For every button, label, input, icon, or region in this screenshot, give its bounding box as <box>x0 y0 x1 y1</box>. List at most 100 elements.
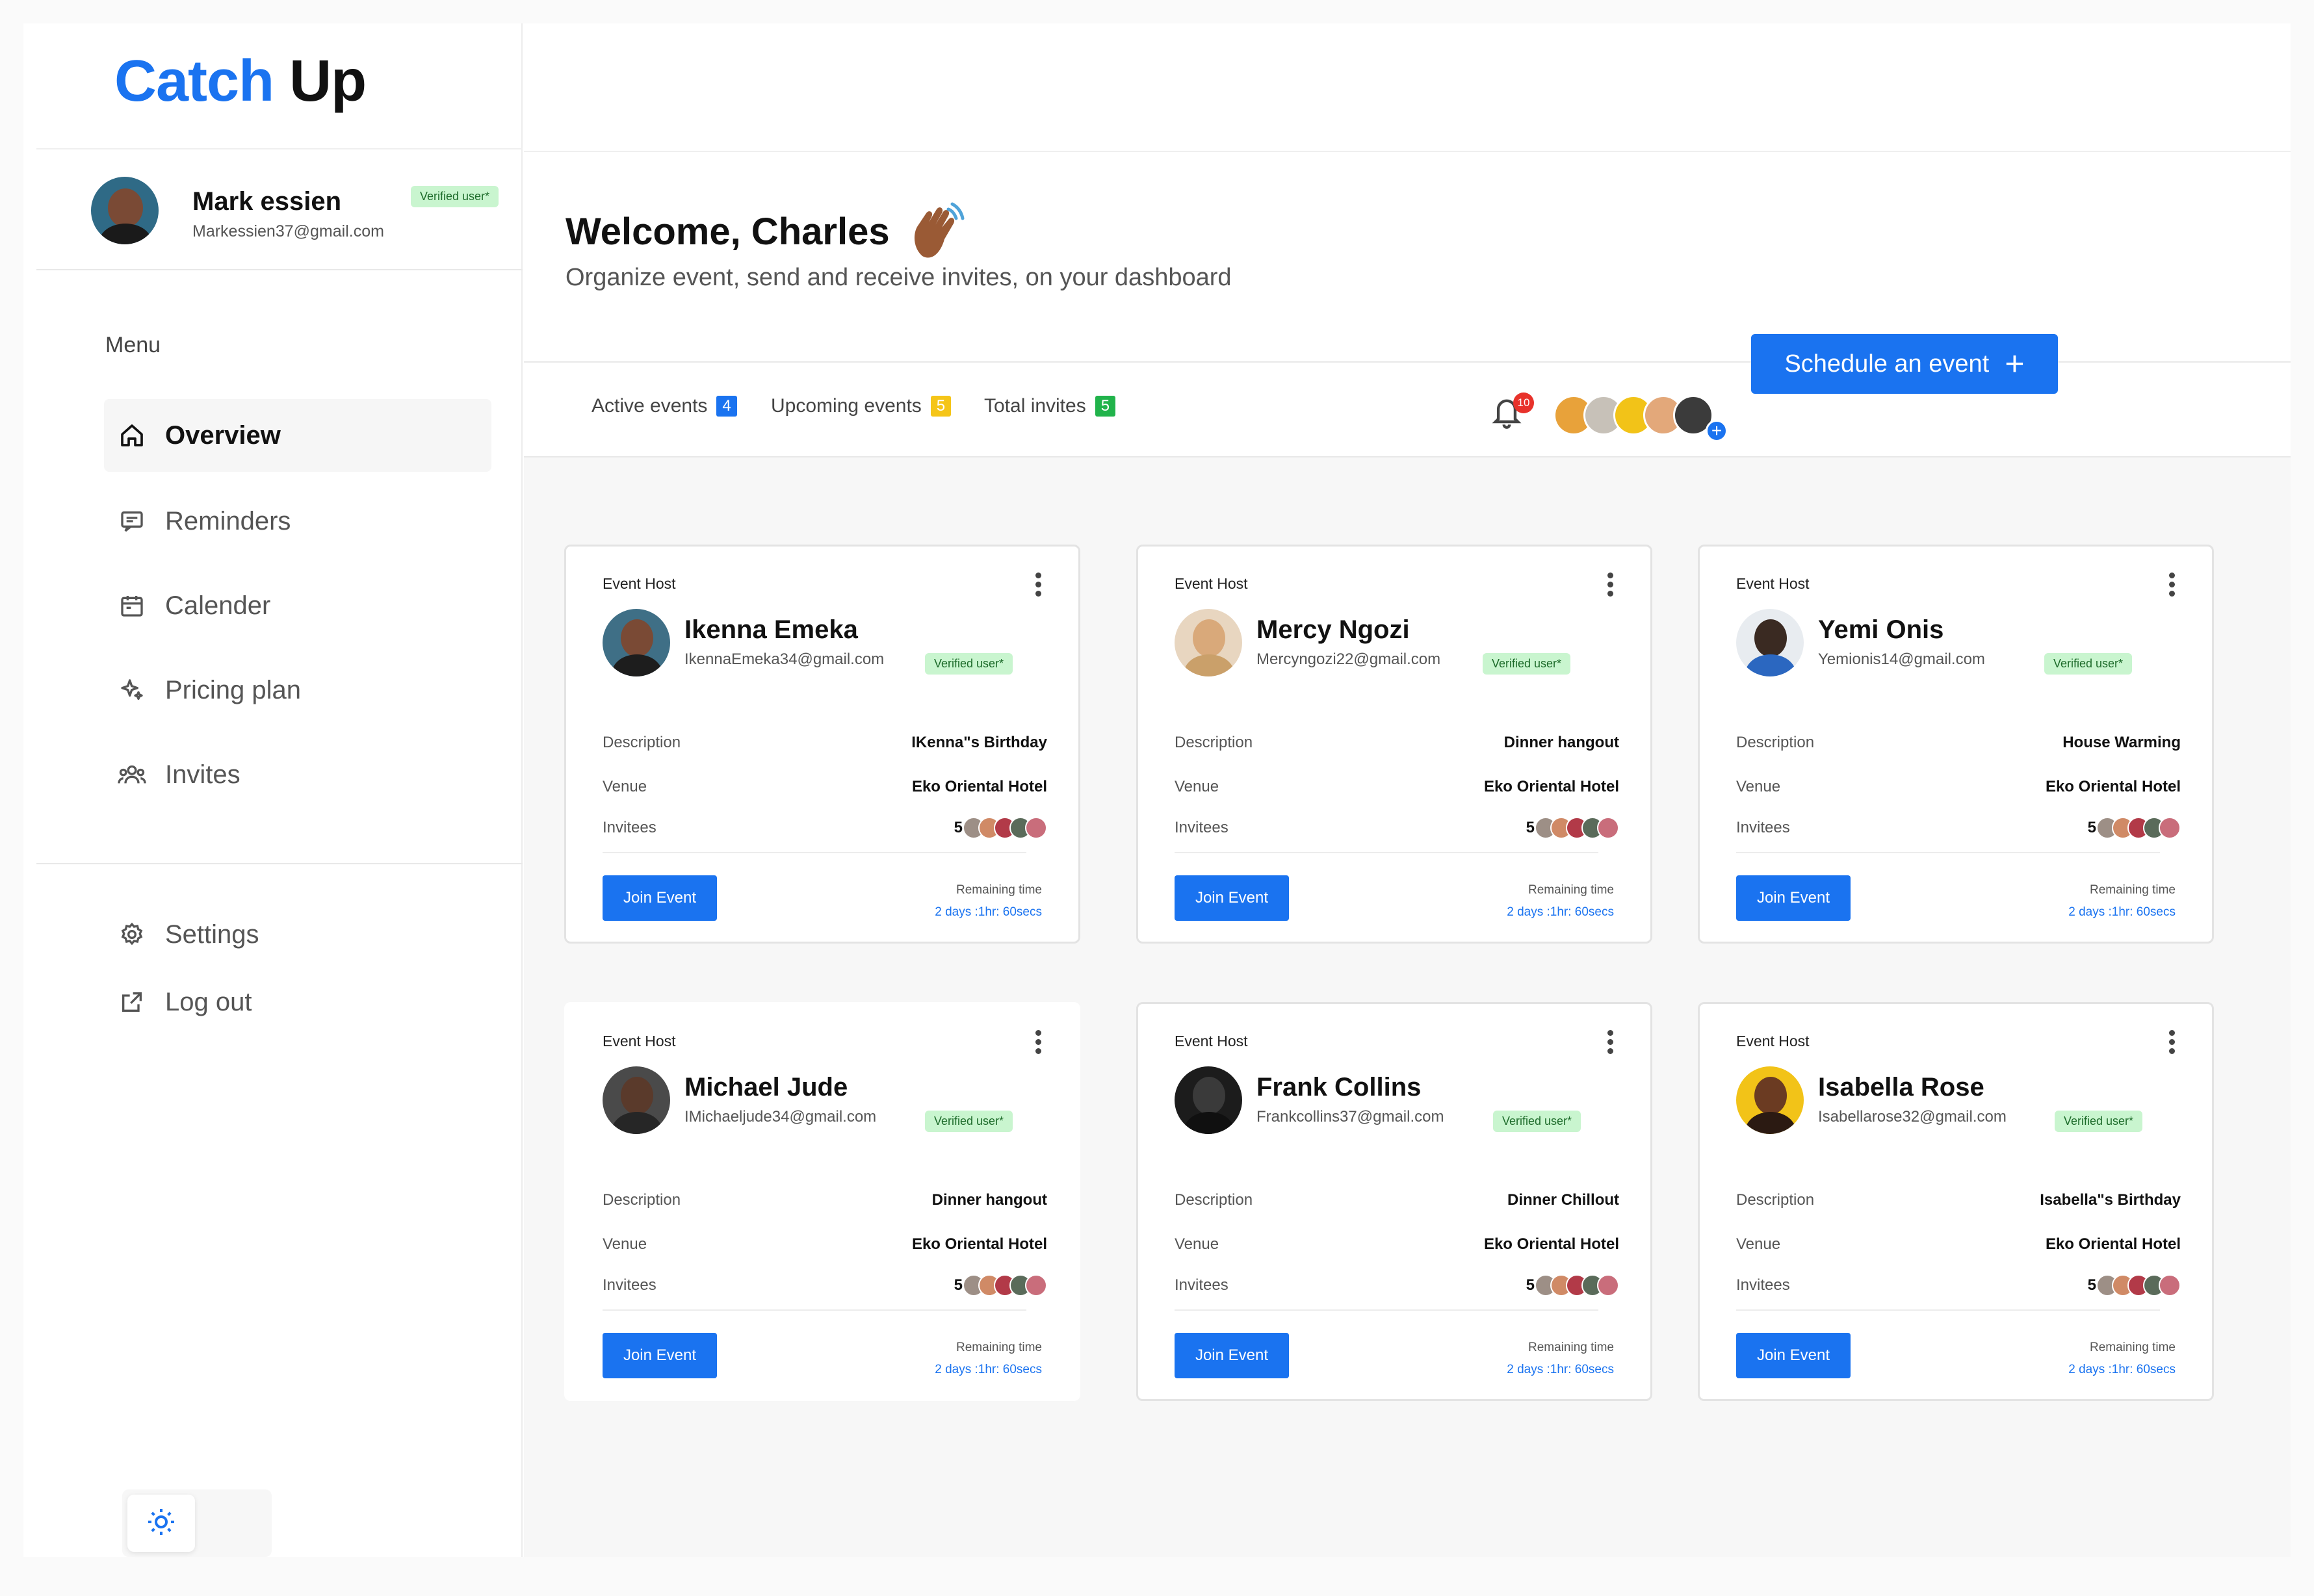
join-event-button[interactable]: Join Event <box>603 1333 717 1378</box>
people-icon <box>117 760 147 790</box>
venue-row: Venue Eko Oriental Hotel <box>1736 1235 2181 1254</box>
more-options-icon[interactable] <box>1607 573 1614 597</box>
verified-badge: Verified user* <box>2044 653 2133 675</box>
join-event-button[interactable]: Join Event <box>1736 875 1851 921</box>
external-link-icon <box>117 987 147 1017</box>
host-name: Frank Collins <box>1256 1073 1422 1101</box>
tab-upcoming-events[interactable]: Upcoming events 5 <box>771 395 952 417</box>
sidebar-item-label: Calender <box>165 591 271 620</box>
host-avatar <box>1736 609 1804 676</box>
notification-count: 10 <box>1513 393 1534 413</box>
tab-label: Active events <box>592 395 708 417</box>
remaining-time-label: Remaining time <box>2090 1341 2176 1354</box>
host-name: Ikenna Emeka <box>684 615 858 644</box>
venue-label: Venue <box>1736 1235 1781 1253</box>
description-label: Description <box>1736 734 1815 751</box>
host-name: Yemi Onis <box>1818 615 1944 644</box>
invitees-count: 5 <box>954 1276 963 1294</box>
sidebar-item-invites[interactable]: Invites <box>104 738 491 811</box>
description-value: Dinner hangout <box>931 1191 1047 1209</box>
count-badge: 5 <box>1095 396 1116 417</box>
user-profile[interactable]: Mark essien Markessien37@gmail.com Verif… <box>36 148 523 270</box>
invitees-row: Invitees 5 <box>1175 1274 1619 1296</box>
menu-label: Menu <box>105 333 161 357</box>
sidebar-item-reminders[interactable]: Reminders <box>104 485 491 558</box>
event-card: Event Host Ikenna Emeka IkennaEmeka34@gm… <box>564 545 1080 944</box>
invitee-avatar <box>1025 1274 1047 1296</box>
host-email: Isabellarose32@gmail.com <box>1818 1108 2007 1126</box>
description-value: House Warming <box>2062 734 2181 751</box>
invitees-avatars[interactable]: 5 <box>2088 817 2181 839</box>
home-icon <box>117 420 147 450</box>
venue-label: Venue <box>603 778 647 795</box>
sparkle-icon <box>117 675 147 705</box>
event-card: Event Host Mercy Ngozi Mercyngozi22@gmai… <box>1136 545 1652 944</box>
schedule-event-button[interactable]: Schedule an event + <box>1751 334 2058 394</box>
invitees-avatars[interactable]: 5 <box>1526 817 1619 839</box>
profile-avatar <box>91 177 159 244</box>
venue-value: Eko Oriental Hotel <box>1483 1235 1619 1253</box>
sidebar-item-overview[interactable]: Overview <box>104 399 491 472</box>
sidebar-item-calender[interactable]: Calender <box>104 569 491 642</box>
more-options-icon[interactable] <box>1035 1030 1042 1054</box>
description-value: IKenna"s Birthday <box>911 734 1047 751</box>
venue-label: Venue <box>1736 778 1781 795</box>
remaining-time-label: Remaining time <box>1528 883 1614 897</box>
remaining-time-label: Remaining time <box>956 1341 1042 1354</box>
remaining-time-value: 2 days :1hr: 60secs <box>1507 1363 1614 1376</box>
invitee-avatar <box>2159 1274 2181 1296</box>
join-event-button[interactable]: Join Event <box>1175 875 1289 921</box>
invitees-count: 5 <box>2087 819 2096 836</box>
host-email: IMichaeljude34@gmail.com <box>684 1108 877 1126</box>
verified-badge: Verified user* <box>925 1111 1013 1132</box>
profile-name: Mark essien <box>192 187 342 216</box>
verified-badge: Verified user* <box>2055 1111 2143 1132</box>
more-options-icon[interactable] <box>2169 1030 2176 1054</box>
description-label: Description <box>1175 734 1253 751</box>
join-event-button[interactable]: Join Event <box>1736 1333 1851 1378</box>
sidebar-item-settings[interactable]: Settings <box>104 898 491 971</box>
count-badge: 4 <box>716 396 737 417</box>
remaining-time-value: 2 days :1hr: 60secs <box>935 905 1042 919</box>
page-subtitle: Organize event, send and receive invites… <box>566 264 1232 291</box>
invitees-row: Invitees 5 <box>1736 817 2181 839</box>
message-icon <box>117 506 147 536</box>
logo-up: Up <box>289 49 367 114</box>
theme-toggle <box>122 1489 272 1557</box>
invitees-avatars[interactable]: 5 <box>1526 1274 1619 1296</box>
more-options-icon[interactable] <box>1035 573 1042 597</box>
main-area: Welcome, Charles Organize event, send an… <box>524 23 2291 1557</box>
tab-total-invites[interactable]: Total invites 5 <box>984 395 1116 417</box>
host-email: Frankcollins37@gmail.com <box>1256 1108 1444 1126</box>
sidebar-item-pricing-plan[interactable]: Pricing plan <box>104 654 491 727</box>
venue-value: Eko Oriental Hotel <box>911 778 1047 795</box>
description-label: Description <box>603 734 681 751</box>
join-event-button[interactable]: Join Event <box>1175 1333 1289 1378</box>
sun-icon <box>146 1506 177 1541</box>
venue-value: Eko Oriental Hotel <box>2045 778 2181 795</box>
verified-badge: Verified user* <box>1493 1111 1581 1132</box>
event-host-label: Event Host <box>603 575 676 592</box>
invitee-avatar <box>1597 817 1619 839</box>
venue-row: Venue Eko Oriental Hotel <box>1175 778 1619 796</box>
more-options-icon[interactable] <box>2169 573 2176 597</box>
join-event-button[interactable]: Join Event <box>603 875 717 921</box>
venue-row: Venue Eko Oriental Hotel <box>1175 1235 1619 1254</box>
description-row: Description Dinner hangout <box>603 1191 1047 1209</box>
add-attendee-button[interactable]: + <box>1706 420 1728 442</box>
venue-value: Eko Oriental Hotel <box>1483 778 1619 795</box>
more-options-icon[interactable] <box>1607 1030 1614 1054</box>
invitees-avatars[interactable]: 5 <box>2088 1274 2181 1296</box>
remaining-time-value: 2 days :1hr: 60secs <box>2068 1363 2176 1376</box>
remaining-time-label: Remaining time <box>2090 883 2176 897</box>
sidebar-item-log-out[interactable]: Log out <box>104 966 491 1038</box>
tab-active-events[interactable]: Active events 4 <box>592 395 737 417</box>
app-logo[interactable]: Catch Up <box>114 48 367 115</box>
light-mode-button[interactable] <box>127 1495 195 1552</box>
invitees-avatars[interactable]: 5 <box>954 1274 1047 1296</box>
host-email: Yemionis14@gmail.com <box>1818 650 1985 668</box>
invitees-count: 5 <box>1526 819 1535 836</box>
invitees-avatars[interactable]: 5 <box>954 817 1047 839</box>
event-card: Event Host Isabella Rose Isabellarose32@… <box>1698 1002 2214 1401</box>
sidebar: Catch Up Mark essien Markessien37@gmail.… <box>36 23 523 1557</box>
